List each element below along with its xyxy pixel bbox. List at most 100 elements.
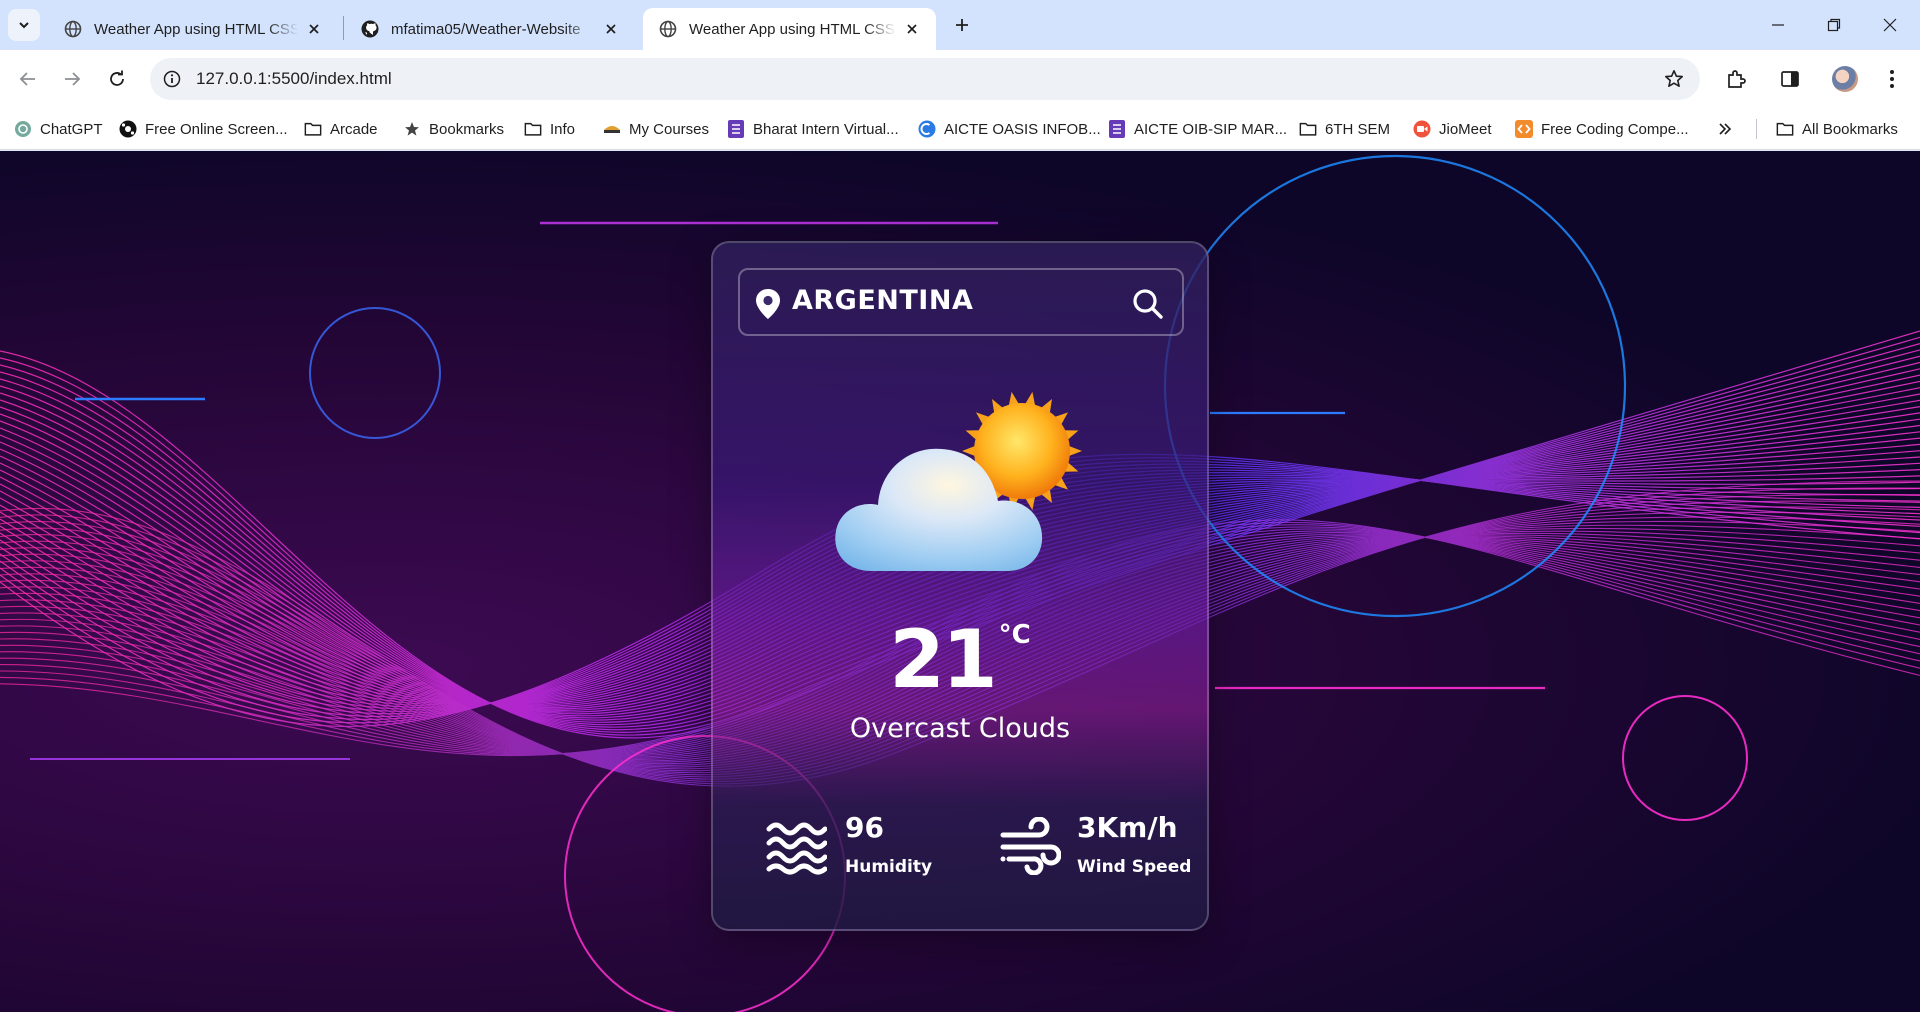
minimize-icon bbox=[1772, 24, 1784, 26]
extensions-button[interactable] bbox=[1722, 65, 1750, 93]
search-icon[interactable] bbox=[1130, 286, 1166, 322]
side-panel-icon bbox=[1781, 71, 1799, 87]
more-vertical-icon bbox=[1890, 70, 1894, 88]
star-icon bbox=[403, 120, 421, 138]
bookmark-label: AICTE OIB-SIP MAR... bbox=[1134, 120, 1288, 138]
browser-menu-button[interactable] bbox=[1878, 65, 1906, 93]
bookmark-label: Free Coding Compe... bbox=[1541, 120, 1689, 138]
all-bookmarks-label: All Bookmarks bbox=[1802, 120, 1898, 138]
humidity-label: Humidity bbox=[845, 857, 933, 877]
side-panel-button[interactable] bbox=[1776, 65, 1804, 93]
bookmark-label: JioMeet bbox=[1439, 120, 1492, 138]
form-icon bbox=[727, 120, 745, 138]
chevron-down-icon bbox=[19, 22, 29, 29]
reload-icon bbox=[110, 70, 124, 86]
bookmark-label: Free Online Screen... bbox=[145, 120, 288, 138]
minimize-button[interactable] bbox=[1750, 0, 1806, 50]
bookmark-item[interactable]: JioMeet bbox=[1413, 117, 1492, 141]
bookmark-label: Bookmarks bbox=[429, 120, 505, 138]
bookmark-item[interactable]: Bookmarks bbox=[403, 117, 504, 141]
arrow-left-icon bbox=[19, 72, 35, 86]
humidity-waves-icon bbox=[766, 822, 827, 875]
weather-page: ARGENTINA 21 °C Overcast Clouds 96 Humid… bbox=[0, 151, 1920, 1012]
search-box[interactable]: ARGENTINA bbox=[738, 268, 1184, 336]
wind-speed-value: 3Km/h bbox=[1077, 811, 1178, 844]
restore-icon bbox=[1827, 18, 1841, 32]
bookmarks-separator bbox=[1756, 119, 1757, 139]
bookmark-star-icon[interactable] bbox=[1662, 67, 1686, 91]
browser-tabstrip: Weather App using HTML CSS & JavaScript … bbox=[0, 0, 1920, 50]
tab-github-repo[interactable]: mfatima05/Weather-Website bbox=[345, 8, 635, 50]
restore-button[interactable] bbox=[1806, 0, 1862, 50]
info-icon[interactable] bbox=[160, 67, 184, 91]
folder-icon bbox=[1299, 120, 1317, 138]
close-icon bbox=[1883, 18, 1897, 32]
tab-search-button[interactable] bbox=[8, 9, 40, 41]
bookmark-item[interactable]: AICTE OIB-SIP MAR... bbox=[1108, 117, 1287, 141]
close-icon[interactable] bbox=[304, 19, 324, 39]
arrow-right-icon bbox=[65, 72, 81, 86]
coding-icon bbox=[1515, 120, 1533, 138]
weather-description: Overcast Clouds bbox=[849, 713, 1071, 744]
courses-icon bbox=[603, 120, 621, 138]
bookmarks-bar: ChatGPT Free Online Screen... Arcade Bookma… bbox=[0, 108, 1920, 150]
tab-weather-app-active[interactable]: Weather App using HTML CSS & JavaScript bbox=[643, 8, 936, 50]
wind-icon bbox=[1000, 817, 1061, 875]
profile-avatar[interactable] bbox=[1832, 66, 1858, 92]
bookmark-label: AICTE OASIS INFOB... bbox=[944, 120, 1101, 138]
humidity-value: 96 bbox=[845, 811, 884, 844]
bookmark-item[interactable]: Free Online Screen... bbox=[119, 117, 288, 141]
bookmark-label: Info bbox=[550, 120, 576, 138]
close-icon[interactable] bbox=[601, 19, 621, 39]
address-bar[interactable]: 127.0.0.1:5500/index.html bbox=[150, 58, 1700, 100]
all-bookmarks-button[interactable]: All Bookmarks bbox=[1776, 117, 1898, 141]
close-window-button[interactable] bbox=[1862, 0, 1918, 50]
temperature-display: 21 °C bbox=[713, 613, 1207, 706]
location-input[interactable]: ARGENTINA bbox=[792, 285, 973, 316]
back-button[interactable] bbox=[12, 63, 44, 95]
bookmark-item[interactable]: ChatGPT bbox=[14, 117, 103, 141]
new-tab-button[interactable] bbox=[948, 11, 976, 39]
form-icon bbox=[1108, 120, 1126, 138]
bookmark-label: My Courses bbox=[629, 120, 710, 138]
bookmark-item[interactable]: AICTE OASIS INFOB... bbox=[918, 117, 1101, 141]
bookmark-item[interactable]: Bharat Intern Virtual... bbox=[727, 117, 899, 141]
puzzle-icon bbox=[1728, 70, 1746, 88]
tab-weather-app-1[interactable]: Weather App using HTML CSS & JavaScript bbox=[48, 8, 338, 50]
url-text[interactable]: 127.0.0.1:5500/index.html bbox=[196, 69, 392, 89]
plus-icon bbox=[956, 19, 968, 31]
browser-toolbar: 127.0.0.1:5500/index.html bbox=[0, 50, 1920, 108]
bookmark-label: Arcade bbox=[330, 120, 378, 138]
bookmark-item[interactable]: 6TH SEM bbox=[1299, 117, 1390, 141]
reload-button[interactable] bbox=[101, 63, 133, 95]
bookmark-label: ChatGPT bbox=[40, 120, 103, 138]
bookmark-item[interactable]: Free Coding Compe... bbox=[1515, 117, 1689, 141]
close-icon[interactable] bbox=[902, 19, 922, 39]
location-pin-icon bbox=[756, 289, 780, 319]
folder-icon bbox=[304, 120, 322, 138]
bookmark-label: 6TH SEM bbox=[1325, 120, 1391, 138]
folder-icon bbox=[524, 120, 542, 138]
bookmark-item[interactable]: Arcade bbox=[304, 117, 378, 141]
bookmark-label: Bharat Intern Virtual... bbox=[753, 120, 899, 138]
weather-card: ARGENTINA 21 °C Overcast Clouds 96 Humid… bbox=[711, 241, 1209, 931]
humidity-detail: 96 Humidity bbox=[765, 811, 945, 881]
double-chevron-right-icon bbox=[1719, 123, 1732, 135]
forward-button[interactable] bbox=[56, 63, 88, 95]
tab-title: Weather App using HTML CSS & JavaScript bbox=[689, 20, 896, 38]
deco-circle bbox=[309, 307, 441, 439]
screen-recorder-icon bbox=[119, 120, 137, 138]
oasis-icon bbox=[918, 120, 936, 138]
bookmark-item[interactable]: Info bbox=[524, 117, 575, 141]
chatgpt-icon bbox=[14, 120, 32, 138]
github-icon bbox=[361, 20, 379, 38]
temperature-unit: °C bbox=[998, 620, 1031, 650]
deco-circle bbox=[1622, 695, 1748, 821]
more-bookmarks-button[interactable] bbox=[1717, 117, 1733, 141]
temperature-value: 21 bbox=[889, 613, 997, 706]
jiomeet-icon bbox=[1413, 120, 1431, 138]
wind-speed-label: Wind Speed bbox=[1077, 857, 1192, 877]
tab-separator bbox=[343, 16, 344, 40]
globe-icon bbox=[64, 20, 82, 38]
bookmark-item[interactable]: My Courses bbox=[603, 117, 709, 141]
